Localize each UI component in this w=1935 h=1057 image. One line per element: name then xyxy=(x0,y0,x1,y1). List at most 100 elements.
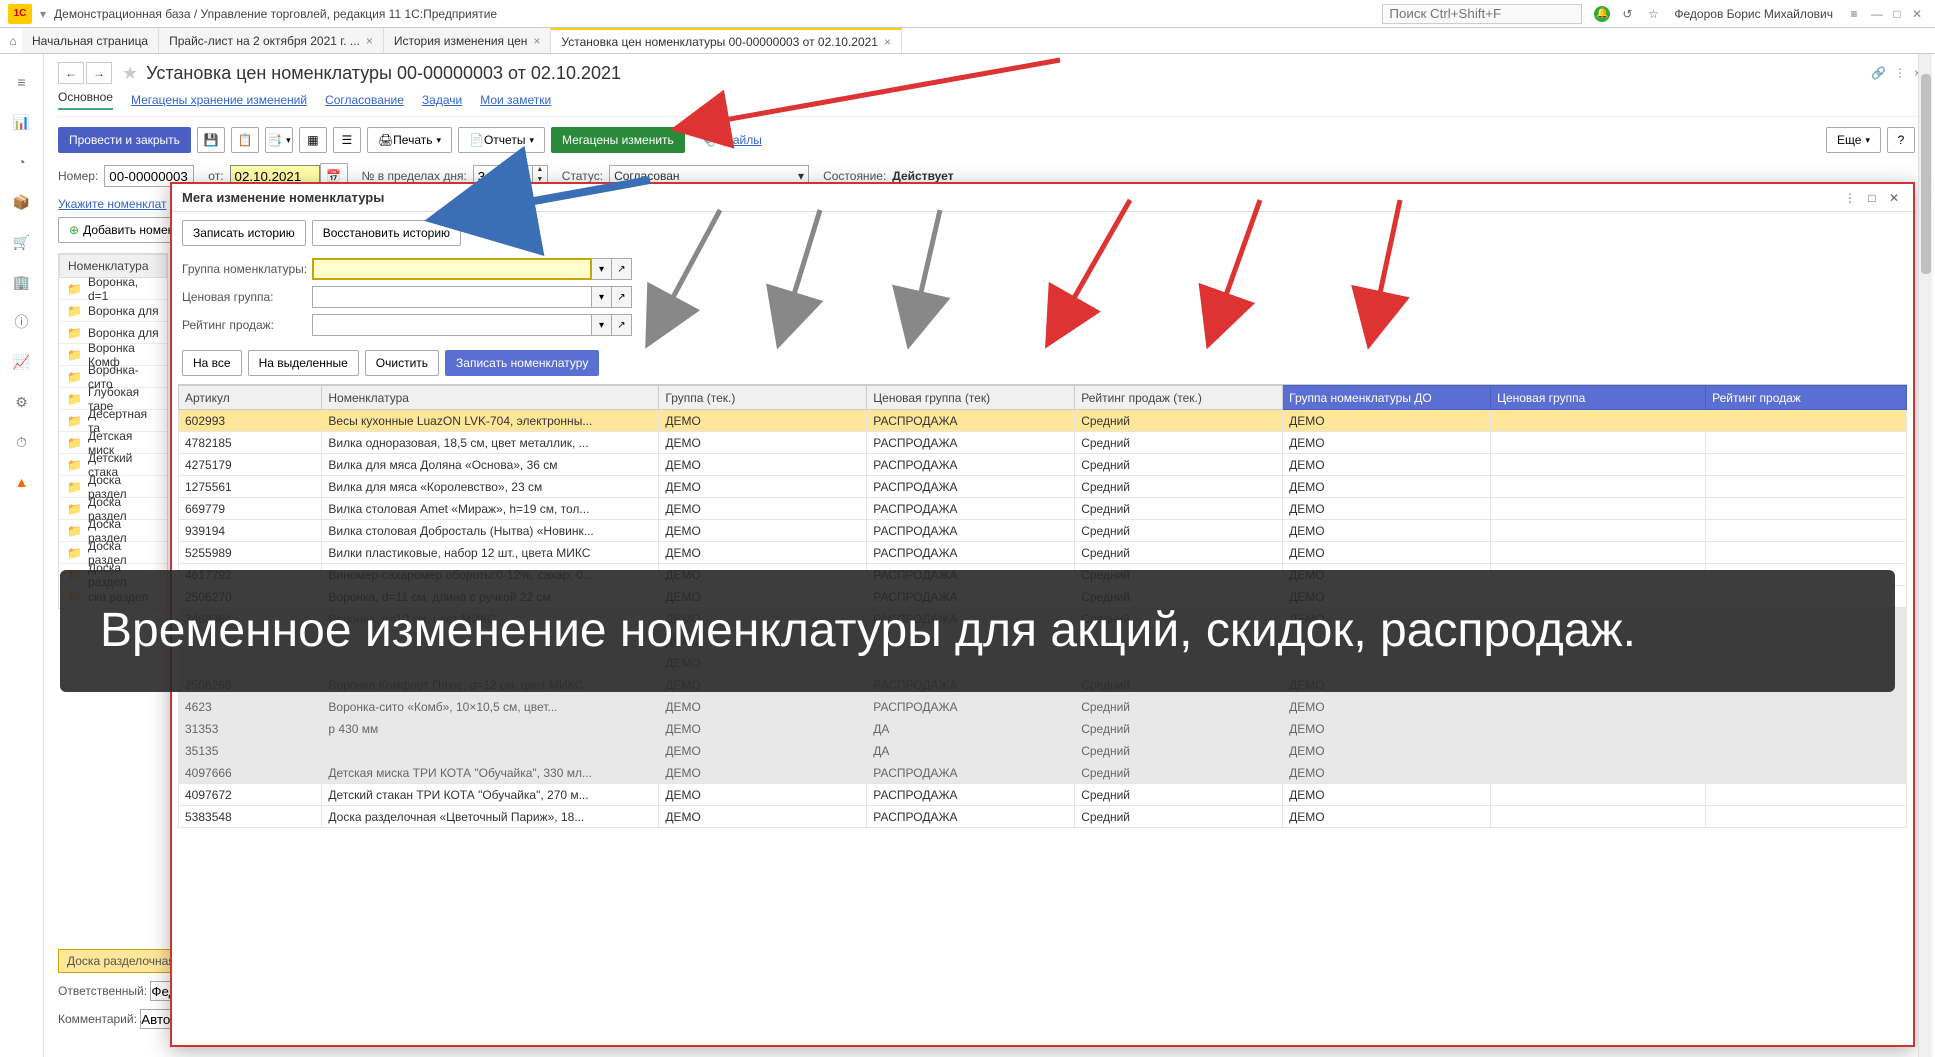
chart-icon[interactable]: 📊 xyxy=(10,110,34,134)
user-name[interactable]: Федоров Борис Михайлович xyxy=(1674,7,1833,21)
menu-icon[interactable]: ≡ xyxy=(10,70,34,94)
files-link[interactable]: Файлы xyxy=(724,133,762,147)
table-row[interactable]: 4097672Детский стакан ТРИ КОТА "Обучайка… xyxy=(179,784,1907,806)
col-group-to[interactable]: Группа номенклатуры ДО xyxy=(1283,386,1491,410)
col-pgroup-cur[interactable]: Ценовая группа (тек) xyxy=(867,386,1075,410)
user-menu-icon[interactable]: ≡ xyxy=(1845,5,1863,23)
modal-close-icon[interactable]: ✕ xyxy=(1885,191,1903,205)
table-row[interactable]: 4275179Вилка для мяса Доляна «Основа», 3… xyxy=(179,454,1907,476)
table-row[interactable]: 669779Вилка столовая Amet «Мираж», h=19 … xyxy=(179,498,1907,520)
modal-more-icon[interactable]: ⋮ xyxy=(1841,191,1859,205)
tab-pricelist[interactable]: Прайс-лист на 2 октября 2021 г. ...× xyxy=(159,28,384,53)
favorite-icon[interactable]: ★ xyxy=(122,63,138,84)
subnav-link-4[interactable]: Мои заметки xyxy=(480,93,551,107)
star-icon[interactable]: ☆ xyxy=(1644,5,1662,23)
reports-button[interactable]: 📄 Отчеты▾ xyxy=(458,127,545,153)
list-item[interactable]: 📁Воронка для xyxy=(59,300,167,322)
open-btn[interactable]: ↗ xyxy=(612,314,632,336)
clock-icon[interactable]: ⏱ xyxy=(10,430,34,454)
write-nomen-button[interactable]: Записать номенклатуру xyxy=(445,350,599,376)
list-button[interactable]: ☰ xyxy=(333,127,361,153)
close-button[interactable]: ✕ xyxy=(1907,7,1927,21)
pie-icon[interactable]: ◔ xyxy=(10,150,34,174)
status-value: Согласован xyxy=(614,169,679,183)
tab-setprice[interactable]: Установка цен номенклатуры 00-00000003 о… xyxy=(551,28,902,53)
table-row[interactable]: 5383548Доска разделочная «Цветочный Пари… xyxy=(179,806,1907,828)
cart-icon[interactable]: 🛒 xyxy=(10,230,34,254)
copy-button[interactable]: 📑▾ xyxy=(265,127,293,153)
col-article[interactable]: Артикул xyxy=(179,386,322,410)
subnav-link-3[interactable]: Задачи xyxy=(422,93,462,107)
building-icon[interactable]: 🏢 xyxy=(10,270,34,294)
mega-change-button[interactable]: Мегацены изменить xyxy=(551,127,685,153)
table-row[interactable]: 4782185Вилка одноразовая, 18,5 см, цвет … xyxy=(179,432,1907,454)
forward-button[interactable]: → xyxy=(86,62,112,84)
link-icon[interactable]: 🔗 xyxy=(1871,66,1886,80)
on-all-button[interactable]: На все xyxy=(182,350,242,376)
table-row[interactable]: 4097666Детская миска ТРИ КОТА "Обучайка"… xyxy=(179,762,1907,784)
dropdown-btn[interactable]: ▾ xyxy=(592,286,612,308)
open-btn[interactable]: ↗ xyxy=(612,286,632,308)
post-button[interactable]: 📋 xyxy=(231,127,259,153)
col-pgroup[interactable]: Ценовая группа xyxy=(1491,386,1706,410)
minimize-button[interactable]: — xyxy=(1867,7,1887,21)
modal-max-icon[interactable]: □ xyxy=(1863,191,1881,205)
table-row[interactable]: 939194Вилка столовая Добросталь (Нытва) … xyxy=(179,520,1907,542)
page-header: ← → ★ Установка цен номенклатуры 00-0000… xyxy=(58,62,1921,84)
bell-icon[interactable]: 🔔 xyxy=(1594,6,1610,22)
print-button[interactable]: 🖨 Печать▾ xyxy=(367,127,452,153)
dropdown-icon[interactable]: ▾ xyxy=(40,7,46,21)
info-icon[interactable]: ⓘ xyxy=(10,310,34,334)
table-row[interactable]: 31353р 430 ммДЕМОДАСреднийДЕМО xyxy=(179,718,1907,740)
open-btn[interactable]: ↗ xyxy=(612,258,632,280)
list-item[interactable]: 📁Воронка, d=1 xyxy=(59,278,167,300)
home-icon[interactable]: ⌂ xyxy=(4,28,22,53)
maximize-button[interactable]: □ xyxy=(1887,7,1907,21)
more-button[interactable]: Еще▾ xyxy=(1826,127,1881,153)
box-icon[interactable]: 📦 xyxy=(10,190,34,214)
history-icon[interactable]: ↺ xyxy=(1618,5,1636,23)
help-button[interactable]: ? xyxy=(1887,127,1915,153)
grid-button[interactable]: ▦ xyxy=(299,127,327,153)
subnav-link-2[interactable]: Согласование xyxy=(325,93,404,107)
dropdown-btn[interactable]: ▾ xyxy=(592,258,612,280)
subnav-main[interactable]: Основное xyxy=(58,90,113,110)
col-rating-cur[interactable]: Рейтинг продаж (тек.) xyxy=(1075,386,1283,410)
back-button[interactable]: ← xyxy=(58,62,84,84)
table-row[interactable]: 5255989Вилки пластиковые, набор 12 шт., … xyxy=(179,542,1907,564)
close-icon[interactable]: × xyxy=(884,35,891,49)
table-row[interactable]: 4623Воронка-сито «Комб», 10×10,5 см, цве… xyxy=(179,696,1907,718)
col-group-cur[interactable]: Группа (тек.) xyxy=(659,386,867,410)
on-selected-button[interactable]: На выделенные xyxy=(248,350,359,376)
within-day-label: № в пределах дня: xyxy=(362,169,467,183)
close-icon[interactable]: × xyxy=(533,34,540,48)
more-icon[interactable]: ⋮ xyxy=(1894,66,1906,80)
label: Очистить xyxy=(376,356,428,370)
pgroup-input[interactable] xyxy=(312,286,592,308)
subnav-link-1[interactable]: Мегацены хранение изменений xyxy=(131,93,307,107)
rating-input[interactable] xyxy=(312,314,592,336)
label: На выделенные xyxy=(259,356,348,370)
tab-history[interactable]: История изменения цен× xyxy=(384,28,552,53)
modal-table[interactable]: Артикул Номенклатура Группа (тек.) Ценов… xyxy=(178,384,1907,1039)
scrollbar[interactable] xyxy=(1918,54,1932,1057)
triangle-icon[interactable]: ▲ xyxy=(10,470,34,494)
col-rating[interactable]: Рейтинг продаж xyxy=(1706,386,1907,410)
dropdown-btn[interactable]: ▾ xyxy=(592,314,612,336)
table-row[interactable]: 35135ДЕМОДАСреднийДЕМО xyxy=(179,740,1907,762)
col-nomen[interactable]: Номенклатура xyxy=(322,386,659,410)
save-button[interactable]: 💾 xyxy=(197,127,225,153)
close-icon[interactable]: × xyxy=(366,34,373,48)
group-input[interactable] xyxy=(312,258,592,280)
tab-home[interactable]: Начальная страница xyxy=(22,28,159,53)
clear-button[interactable]: Очистить xyxy=(365,350,439,376)
post-close-button[interactable]: Провести и закрыть xyxy=(58,127,191,153)
stats-icon[interactable]: 📈 xyxy=(10,350,34,374)
restore-history-button[interactable]: Восстановить историю xyxy=(312,220,461,246)
table-row[interactable]: 602993Весы кухонные LuazON LVK-704, элек… xyxy=(179,410,1907,432)
write-history-button[interactable]: Записать историю xyxy=(182,220,306,246)
gear-icon[interactable]: ⚙ xyxy=(10,390,34,414)
clip-icon[interactable]: 📎 xyxy=(701,133,716,147)
table-row[interactable]: 1275561Вилка для мяса «Королевство», 23 … xyxy=(179,476,1907,498)
global-search-input[interactable] xyxy=(1382,4,1582,24)
